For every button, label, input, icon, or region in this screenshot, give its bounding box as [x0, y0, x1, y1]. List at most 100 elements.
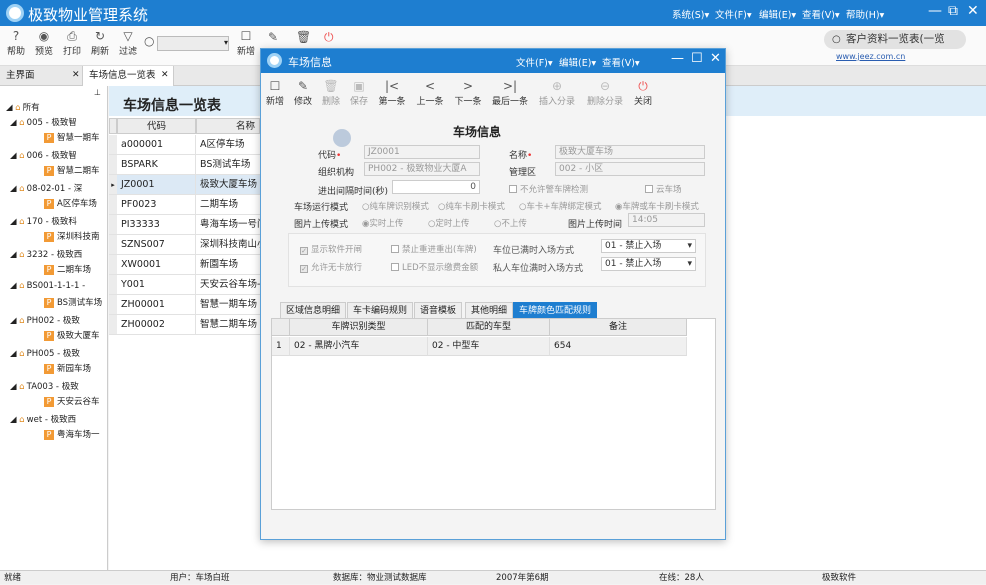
- tree-node[interactable]: ◢ ⌂ 08-02-01 - 深: [10, 182, 82, 194]
- interval-field[interactable]: 0: [392, 180, 480, 194]
- code-field[interactable]: JZ0001: [364, 145, 480, 159]
- tree-root[interactable]: ◢ ⌂ 所有: [6, 101, 40, 113]
- upload-none-radio[interactable]: ○不上传: [494, 217, 527, 229]
- tree-leaf[interactable]: P 智慧二期车: [44, 164, 100, 176]
- menu-system[interactable]: 系统(S)▾: [672, 7, 709, 21]
- list-cell-name[interactable]: 二期车场: [196, 195, 260, 215]
- tree-leaf[interactable]: P A区停车场: [44, 197, 97, 209]
- pin-icon[interactable]: ⊥: [94, 88, 101, 97]
- menu-help[interactable]: 帮助(H)▾: [846, 7, 884, 21]
- mode-either-radio[interactable]: ◉车牌或车卡刷卡模式: [615, 200, 699, 212]
- subgrid-header-type[interactable]: 车牌识别类型: [290, 319, 428, 336]
- name-field[interactable]: 极致大厦车场: [555, 145, 705, 159]
- dialog-maximize-button[interactable]: ☐: [691, 51, 703, 66]
- quick-search-input[interactable]: [157, 36, 229, 51]
- private-full-select[interactable]: 01 - 禁止入场: [601, 257, 696, 271]
- subgrid-cell-type[interactable]: 02 - 黑牌小汽车: [290, 337, 428, 356]
- refresh-button[interactable]: ↻ 刷新: [86, 28, 114, 57]
- tree-leaf[interactable]: P 粤海车场一: [44, 428, 100, 440]
- preview-button[interactable]: ◉ 预览: [30, 28, 58, 57]
- list-cell-name[interactable]: 天安云谷车场-北: [196, 275, 260, 295]
- dialog-close-tool-button[interactable]: ⏻ 关闭: [623, 79, 663, 107]
- list-cell-code[interactable]: PI33333: [117, 215, 196, 235]
- close-button[interactable]: ✕: [967, 3, 979, 19]
- restore-button[interactable]: ⧉: [948, 3, 958, 19]
- no-alarm-checkbox[interactable]: 不允许警车牌检测: [509, 183, 588, 195]
- no-double-checkbox[interactable]: 禁止重进重出(车牌): [391, 243, 477, 255]
- list-cell-name[interactable]: 深圳科技南山小: [196, 235, 260, 255]
- tree-node[interactable]: ◢ ⌂ 3232 - 极致西: [10, 248, 82, 260]
- dialog-minimize-button[interactable]: —: [671, 51, 684, 66]
- list-cell-name[interactable]: 新園车场: [196, 255, 260, 275]
- full-mode-select[interactable]: 01 - 禁止入场: [601, 239, 696, 253]
- upload-realtime-radio[interactable]: ◉实时上传: [362, 217, 403, 229]
- column-header-code[interactable]: 代码: [117, 118, 196, 134]
- list-cell-code[interactable]: BSPARK: [117, 155, 196, 175]
- tree-node[interactable]: ◢ ⌂ TA003 - 极致: [10, 380, 79, 392]
- allow-nocard-checkbox[interactable]: ✓ 允许无卡放行: [300, 261, 362, 273]
- subtab-other[interactable]: 其他明细: [465, 302, 514, 318]
- dialog-menu-edit[interactable]: 编辑(E)▾: [559, 55, 596, 69]
- list-cell-name[interactable]: A区停车场: [196, 135, 260, 155]
- subgrid-cell-note[interactable]: 654: [550, 337, 687, 356]
- new-button[interactable]: ☐ 新增: [232, 28, 260, 57]
- subtab-card-code[interactable]: 车卡编码规则: [347, 302, 414, 318]
- mode-bind-radio[interactable]: ○车卡+车牌绑定模式: [519, 200, 602, 212]
- website-link[interactable]: www.jeez.com.cn: [836, 52, 905, 61]
- tree-leaf[interactable]: P 智慧一期车: [44, 131, 100, 143]
- trash-icon[interactable]: 🗑: [296, 30, 311, 44]
- menu-edit[interactable]: 编辑(E)▾: [759, 7, 796, 21]
- tab-main-close-icon[interactable]: ✕: [72, 70, 80, 80]
- tree-node[interactable]: ◢ ⌂ BS001-1-1-1 -: [10, 281, 85, 291]
- upload-timed-radio[interactable]: ○定时上传: [428, 217, 469, 229]
- led-no-fee-checkbox[interactable]: LED不显示缴费金额: [391, 261, 478, 273]
- tree-node[interactable]: ◢ ⌂ PH002 - 极致: [10, 314, 80, 326]
- tree-leaf[interactable]: P 极致大厦车: [44, 329, 100, 341]
- tree-leaf[interactable]: P BS测试车场: [44, 296, 102, 308]
- help-button[interactable]: ? 帮助: [2, 28, 30, 57]
- list-cell-code[interactable]: PF0023: [117, 195, 196, 215]
- subtab-plate-color[interactable]: 车牌颜色匹配规则: [513, 302, 598, 318]
- chevron-down-icon[interactable]: ▾: [224, 38, 228, 47]
- tree-node[interactable]: ◢ ⌂ PH005 - 极致: [10, 347, 80, 359]
- menu-file[interactable]: 文件(F)▾: [715, 7, 752, 21]
- list-cell-name[interactable]: BS测试车场: [196, 155, 260, 175]
- print-button[interactable]: ⎙ 打印: [58, 28, 86, 57]
- dialog-delete-entry-button[interactable]: ⊖ 删除分录: [585, 79, 625, 107]
- tree-node[interactable]: ◢ ⌂ wet - 极致西: [10, 413, 76, 425]
- list-cell-code[interactable]: SZNS007: [117, 235, 196, 255]
- list-cell-name[interactable]: 极致大厦车场: [196, 175, 260, 195]
- list-cell-code[interactable]: Y001: [117, 275, 196, 295]
- tree-leaf[interactable]: P 深圳科技南: [44, 230, 100, 242]
- dialog-close-button[interactable]: ✕: [710, 51, 721, 66]
- tree-leaf[interactable]: P 天安云谷车: [44, 395, 100, 407]
- dialog-next-button[interactable]: > 下一条: [448, 79, 488, 107]
- filter-button[interactable]: ▽ 过滤: [114, 28, 142, 57]
- list-cell-code[interactable]: ZH00002: [117, 315, 196, 335]
- list-cell-code[interactable]: XW0001: [117, 255, 196, 275]
- dialog-first-button[interactable]: |< 第一条: [372, 79, 412, 107]
- tab-parking-list-close-icon[interactable]: ✕: [161, 70, 169, 80]
- cloud-checkbox[interactable]: 云车场: [645, 183, 682, 195]
- column-header-name[interactable]: 名称: [196, 118, 260, 134]
- dialog-menu-view[interactable]: 查看(V)▾: [602, 55, 640, 69]
- list-cell-code[interactable]: JZ0001: [117, 175, 196, 195]
- tree-leaf[interactable]: P 新园车场: [44, 362, 91, 374]
- dialog-prev-button[interactable]: < 上一条: [410, 79, 450, 107]
- list-cell-code[interactable]: a000001: [117, 135, 196, 155]
- minimize-button[interactable]: —: [928, 3, 942, 19]
- mode-plate-radio[interactable]: ○纯车牌识别模式: [362, 200, 429, 212]
- area-field[interactable]: 002 - 小区: [555, 162, 705, 176]
- menu-view[interactable]: 查看(V)▾: [802, 7, 840, 21]
- subtab-area-detail[interactable]: 区域信息明细: [280, 302, 347, 318]
- tree-node[interactable]: ◢ ⌂ 170 - 极致科: [10, 215, 77, 227]
- mode-card-radio[interactable]: ○纯车卡刷卡模式: [438, 200, 505, 212]
- dialog-menu-file[interactable]: 文件(F)▾: [516, 55, 553, 69]
- edit-icon[interactable]: ✎: [268, 30, 278, 44]
- power-icon[interactable]: ⏻: [324, 30, 334, 45]
- dialog-insert-entry-button[interactable]: ⊕ 插入分录: [537, 79, 577, 107]
- subgrid-header-note[interactable]: 备注: [550, 319, 687, 336]
- tree-node[interactable]: ◢ ⌂ 006 - 极致智: [10, 149, 77, 161]
- subgrid-header-car[interactable]: 匹配的车型: [428, 319, 550, 336]
- dialog-last-button[interactable]: >| 最后一条: [490, 79, 530, 107]
